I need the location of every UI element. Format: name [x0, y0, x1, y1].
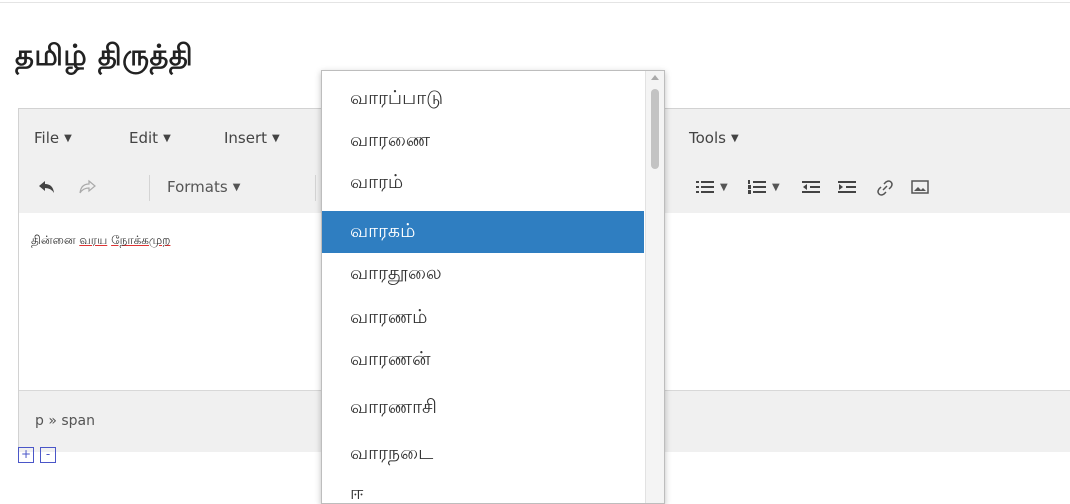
- menu-edit[interactable]: Edit ▼: [129, 129, 171, 147]
- chevron-down-icon: ▼: [720, 181, 728, 193]
- editor-paragraph: தின்னை வரய நோக்கமுற: [31, 233, 170, 249]
- undo-button[interactable]: [37, 161, 57, 213]
- suggestion-item[interactable]: ஈ: [322, 473, 644, 504]
- chevron-down-icon: ▼: [232, 181, 241, 193]
- suggestion-item[interactable]: வாரதூலை: [322, 253, 644, 295]
- bullet-list-button[interactable]: ▼: [695, 161, 728, 213]
- menu-insert-label: Insert: [224, 129, 268, 147]
- suggestion-item[interactable]: வாரப்பாடு: [322, 78, 644, 120]
- numbered-list-button[interactable]: ▼: [747, 161, 780, 213]
- suggestion-item[interactable]: வாரணாசி: [322, 387, 644, 429]
- numbered-list-icon: [748, 180, 766, 194]
- chevron-down-icon: ▼: [730, 133, 739, 144]
- misspelled-word[interactable]: வரய: [79, 233, 107, 247]
- menu-insert[interactable]: Insert ▼: [224, 129, 280, 147]
- suggestion-item[interactable]: வாரணம்: [322, 297, 644, 339]
- spelling-suggestions-dropdown: வாரப்பாடு வாரணை வாரம் வாரகம் வாரதூலை வார…: [321, 70, 665, 504]
- menu-edit-label: Edit: [129, 129, 159, 147]
- suggestion-item[interactable]: வாரணை: [322, 120, 644, 162]
- zoom-out-button[interactable]: -: [40, 447, 56, 463]
- zoom-in-button[interactable]: +: [18, 447, 34, 463]
- redo-icon: [79, 179, 96, 194]
- undo-icon: [39, 181, 54, 193]
- chevron-down-icon: ▼: [163, 133, 171, 144]
- image-icon: [911, 180, 929, 194]
- formats-dropdown[interactable]: Formats ▼: [167, 161, 240, 213]
- scroll-up-icon[interactable]: [651, 75, 659, 80]
- suggestion-item-selected[interactable]: வாரகம்: [322, 211, 644, 253]
- indent-icon: [838, 181, 856, 193]
- suggestion-item[interactable]: வாரணன்: [322, 339, 644, 381]
- chevron-down-icon: ▼: [64, 133, 72, 144]
- outdent-button[interactable]: [801, 161, 821, 213]
- menu-tools[interactable]: Tools ▼: [689, 129, 739, 147]
- formats-label: Formats: [167, 178, 228, 196]
- toolbar-divider: [315, 175, 316, 201]
- chevron-down-icon: ▼: [272, 133, 280, 144]
- misspelled-word[interactable]: நோக்கமுற: [111, 233, 170, 247]
- link-button[interactable]: [875, 161, 895, 213]
- menu-tools-label: Tools: [689, 129, 726, 147]
- suggestion-item[interactable]: வாரம்: [322, 162, 644, 204]
- dropdown-scrollbar[interactable]: [645, 71, 664, 503]
- menu-file-label: File: [34, 129, 60, 147]
- toolbar-divider: [149, 175, 150, 201]
- top-divider: [0, 2, 1070, 3]
- outdent-icon: [802, 181, 820, 193]
- menu-file[interactable]: File ▼: [34, 129, 72, 147]
- redo-button[interactable]: [77, 161, 97, 213]
- indent-button[interactable]: [837, 161, 857, 213]
- scrollbar-thumb[interactable]: [651, 89, 659, 169]
- paragraph-text: தின்னை: [31, 233, 80, 247]
- chevron-down-icon: ▼: [772, 181, 780, 193]
- link-icon: [877, 180, 893, 196]
- page-title: தமிழ் திருத்தி: [15, 38, 194, 72]
- image-button[interactable]: [911, 161, 929, 213]
- suggestion-item[interactable]: வாரநடை: [322, 433, 644, 475]
- element-path[interactable]: p » span: [35, 413, 95, 429]
- bullet-list-icon: [696, 181, 714, 193]
